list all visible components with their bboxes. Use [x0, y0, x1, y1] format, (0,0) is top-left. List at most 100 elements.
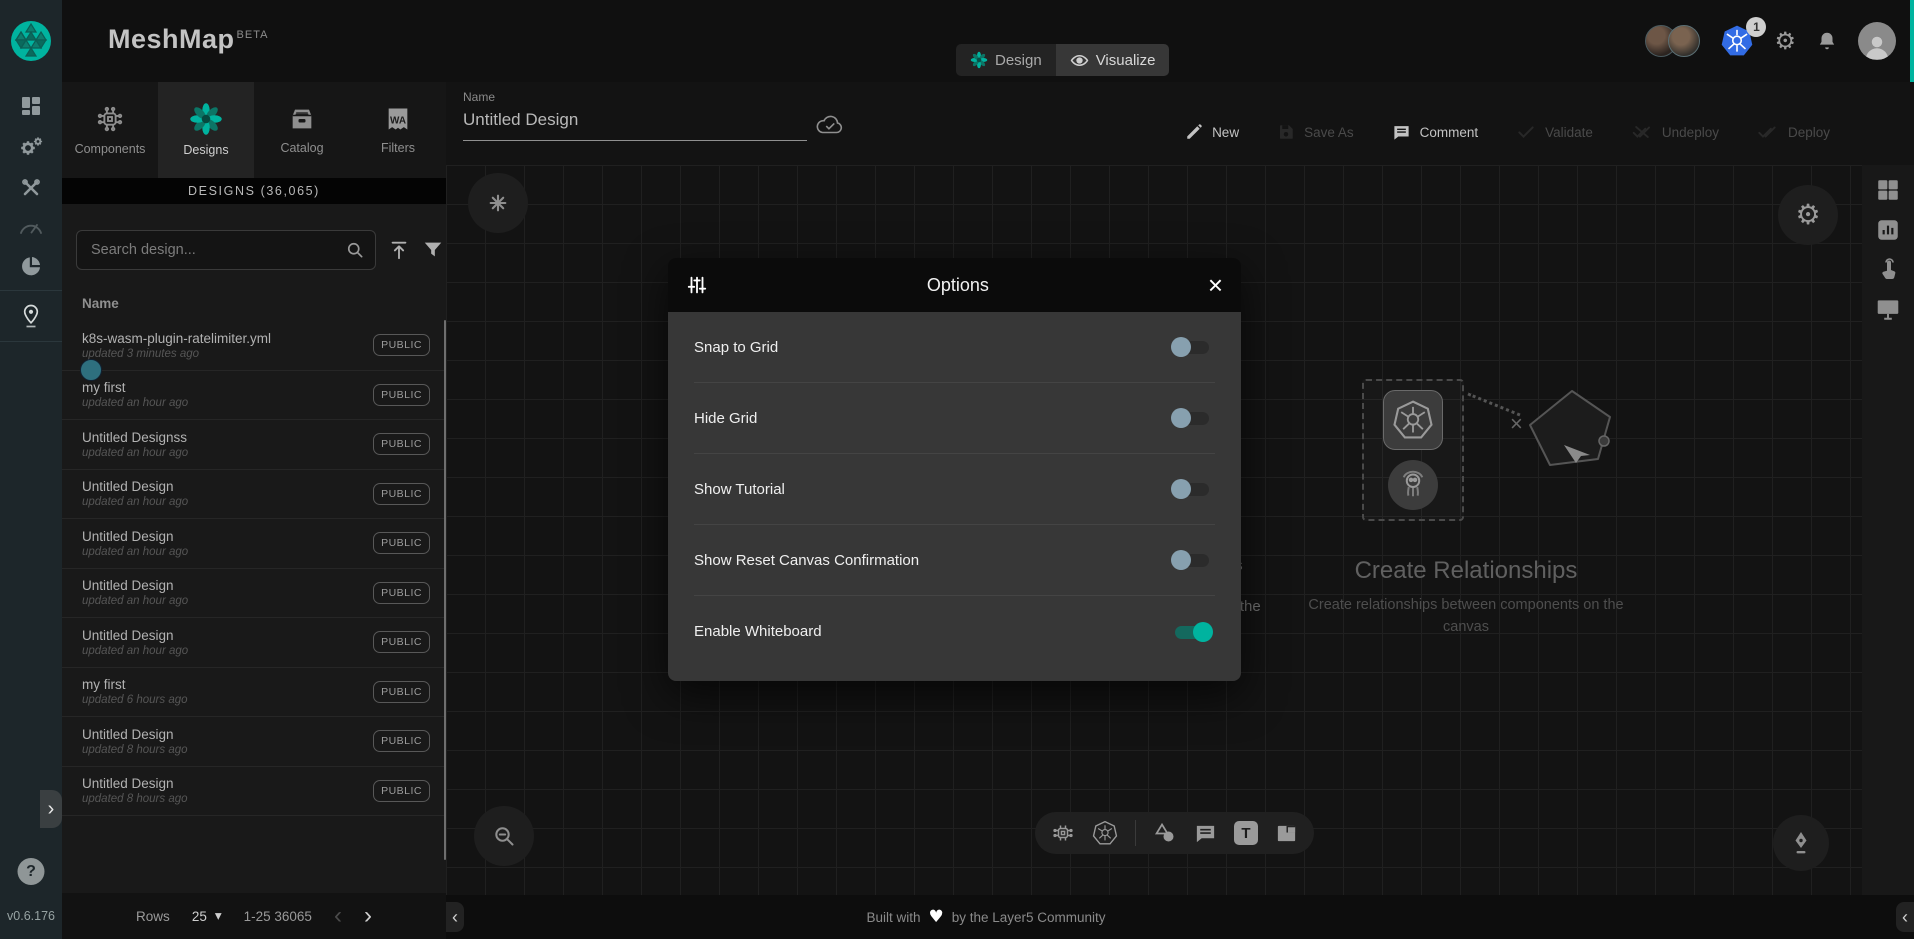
validate-button[interactable]: Validate	[1516, 122, 1593, 142]
footer-collapse-right[interactable]: ‹	[1896, 902, 1914, 932]
configuration-tools-icon[interactable]	[19, 176, 43, 200]
tab-visualize[interactable]: Visualize	[1056, 44, 1170, 76]
design-item-text: k8s-wasm-plugin-ratelimiter.yml updated …	[82, 331, 373, 360]
save-as-button[interactable]: Save As	[1277, 122, 1354, 142]
text-tool-icon[interactable]: T	[1234, 821, 1258, 845]
layouts-grid-icon[interactable]	[1875, 177, 1901, 203]
option-label: Show Tutorial	[694, 481, 785, 498]
design-updated: updated 3 minutes ago	[82, 348, 373, 360]
dropdown-arrow-icon: ▾	[215, 908, 222, 924]
design-list-item[interactable]: my first updated 6 hours ago PUBLIC	[62, 668, 446, 718]
extensions-pie-icon[interactable]	[19, 254, 43, 278]
design-list-item[interactable]: Untitled Design updated 8 hours ago PUBL…	[62, 717, 446, 767]
performance-gauge-icon[interactable]	[18, 217, 44, 237]
options-modal: Options × Snap to Grid Hide Grid Show Tu…	[668, 258, 1241, 681]
kubernetes-tile	[1383, 390, 1443, 450]
magnifier-minus-icon	[492, 824, 516, 848]
design-spiral-icon	[970, 51, 988, 69]
option-toggle[interactable]	[1169, 335, 1215, 359]
interaction-touch-icon[interactable]	[1876, 257, 1900, 283]
toggle-knob	[1171, 337, 1191, 357]
display-monitor-icon[interactable]	[1875, 297, 1901, 321]
design-item-text: my first updated an hour ago	[82, 380, 373, 409]
tab-filters[interactable]: WA Filters	[350, 82, 446, 178]
design-updated: updated 6 hours ago	[82, 694, 373, 706]
version-label: v0.6.176	[0, 909, 62, 923]
page-size-select[interactable]: 25▾	[192, 908, 222, 924]
option-toggle[interactable]	[1169, 406, 1215, 430]
comment-button[interactable]: Comment	[1392, 122, 1479, 142]
design-name-input[interactable]	[463, 104, 807, 141]
panel-expander-chevron[interactable]: ›	[40, 790, 62, 828]
new-button-label: New	[1212, 125, 1239, 140]
prev-page-button[interactable]: ‹	[334, 904, 342, 928]
dashboard-icon[interactable]	[19, 94, 43, 118]
eye-icon	[1070, 51, 1089, 70]
filter-funnel-icon[interactable]	[422, 239, 444, 261]
list-scrollbar[interactable]	[444, 320, 447, 860]
top-bar: MeshMapBETA Design Visualize	[0, 0, 1914, 82]
visibility-badge: PUBLIC	[373, 780, 430, 802]
spawn-component-button[interactable]	[468, 173, 528, 233]
media-tool-icon[interactable]	[1275, 822, 1298, 845]
new-button[interactable]: New	[1185, 122, 1239, 142]
canvas-settings-button[interactable]: ⚙	[1778, 185, 1838, 245]
close-icon[interactable]: ×	[1208, 272, 1223, 298]
lifecycle-gears-icon[interactable]	[18, 135, 44, 159]
zoom-button[interactable]	[474, 806, 534, 866]
undeploy-button[interactable]: Undeploy	[1631, 122, 1719, 142]
tab-components-label: Components	[75, 142, 146, 156]
option-label: Show Reset Canvas Confirmation	[694, 552, 919, 569]
visibility-badge: PUBLIC	[373, 483, 430, 505]
comment-tool-icon[interactable]	[1194, 822, 1217, 845]
layer5-logo[interactable]	[0, 0, 62, 82]
notifications-bell-icon[interactable]	[1816, 30, 1838, 52]
design-item-text: Untitled Design updated 8 hours ago	[82, 776, 373, 805]
design-list-item[interactable]: Untitled Design updated 8 hours ago PUBL…	[62, 767, 446, 817]
search-icon[interactable]	[345, 240, 365, 260]
svg-text:WA: WA	[390, 116, 406, 127]
tune-sliders-icon	[686, 274, 708, 296]
check-icon	[1516, 122, 1536, 142]
tab-components[interactable]: Components	[62, 82, 158, 178]
toggle-knob	[1193, 622, 1213, 642]
option-toggle[interactable]	[1169, 620, 1215, 644]
kubernetes-context-button[interactable]: 1	[1720, 24, 1754, 58]
meshmap-pin-icon[interactable]	[19, 303, 43, 329]
design-list-item[interactable]: Untitled Design updated an hour ago PUBL…	[62, 519, 446, 569]
settings-gear-icon[interactable]: ⚙	[1774, 29, 1796, 53]
gear-icon: ⚙	[1795, 201, 1820, 229]
design-list-item[interactable]: Untitled Designss updated an hour ago PU…	[62, 420, 446, 470]
pen-tool-button[interactable]	[1773, 815, 1829, 871]
footer-collapse-left[interactable]: ‹	[446, 902, 464, 932]
design-list-item[interactable]: my first updated an hour ago PUBLIC	[62, 371, 446, 421]
help-button[interactable]: ?	[18, 858, 45, 885]
profile-avatar[interactable]	[1858, 22, 1896, 60]
options-modal-title: Options	[708, 275, 1208, 296]
collaborator-avatars[interactable]	[1645, 25, 1700, 57]
import-design-icon[interactable]	[388, 239, 410, 261]
design-list-item[interactable]: Untitled Design updated an hour ago PUBL…	[62, 470, 446, 520]
design-name-field: Name	[463, 90, 807, 141]
meshmap-app: MeshMapBETA Design Visualize	[0, 0, 1914, 939]
components-tool-icon[interactable]	[1051, 821, 1075, 845]
shapes-tool-icon[interactable]	[1153, 821, 1177, 845]
chart-panel-icon[interactable]	[1875, 217, 1901, 243]
design-list-item[interactable]: Untitled Design updated an hour ago PUBL…	[62, 618, 446, 668]
option-toggle[interactable]	[1169, 548, 1215, 572]
tab-catalog[interactable]: Catalog	[254, 82, 350, 178]
design-name: my first	[82, 677, 373, 692]
visibility-badge: PUBLIC	[373, 384, 430, 406]
tab-designs[interactable]: Designs	[158, 82, 254, 178]
design-list-item[interactable]: Untitled Design updated an hour ago PUBL…	[62, 569, 446, 619]
next-page-button[interactable]: ›	[364, 904, 372, 928]
design-list-item[interactable]: k8s-wasm-plugin-ratelimiter.yml updated …	[62, 321, 446, 371]
component-group-box	[1362, 379, 1464, 521]
kubernetes-tool-icon[interactable]	[1092, 820, 1118, 846]
toggle-knob	[1171, 479, 1191, 499]
deploy-button[interactable]: Deploy	[1757, 122, 1830, 142]
search-input[interactable]	[89, 241, 345, 259]
option-toggle[interactable]	[1169, 477, 1215, 501]
undeploy-button-label: Undeploy	[1662, 125, 1719, 140]
tab-design[interactable]: Design	[956, 44, 1056, 76]
